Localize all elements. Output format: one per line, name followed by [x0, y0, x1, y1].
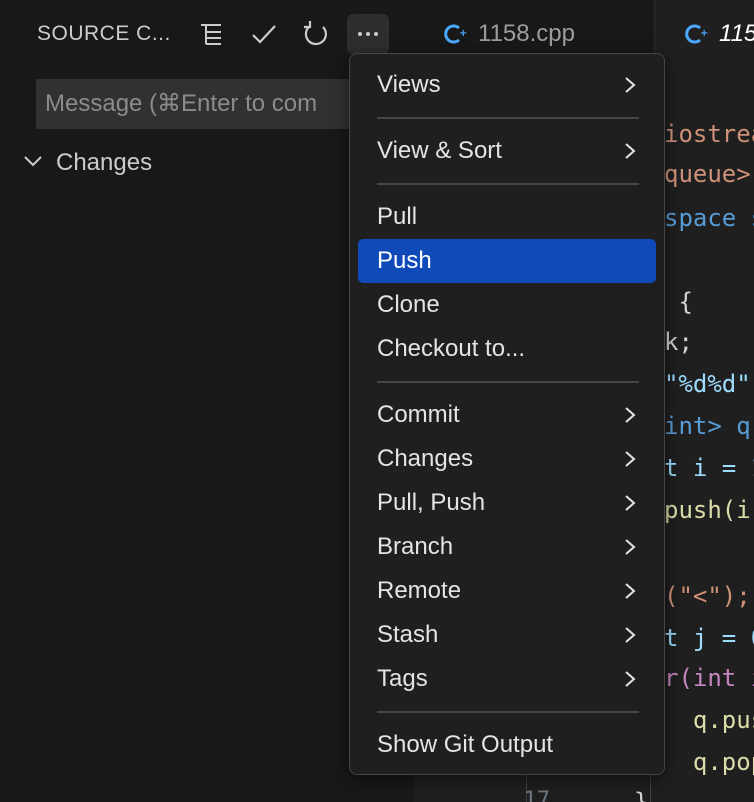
menu-item-label: Views: [377, 71, 441, 98]
code-line: r(int i: [664, 664, 754, 692]
menu-item-label: Pull, Push: [377, 489, 486, 516]
source-control-title: SOURCE C...: [37, 22, 171, 45]
code-line: t j = 0: [664, 624, 754, 652]
code-line: int> q;: [664, 412, 754, 440]
chevron-down-icon: [22, 150, 44, 177]
view-tree-icon[interactable]: [190, 14, 232, 54]
menu-item-label: View & Sort: [377, 137, 502, 164]
menu-item-label: Commit: [377, 401, 460, 428]
cpp-file-icon: +: [442, 21, 468, 47]
menu-item-label: Pull: [377, 203, 418, 230]
menu-item-remote[interactable]: Remote: [358, 569, 656, 613]
menu-separator: [377, 711, 639, 713]
chevron-right-icon: [620, 537, 640, 557]
code-line: q.pop: [692, 748, 754, 776]
menu-item-label: Show Git Output: [377, 731, 554, 758]
menu-item-push[interactable]: Push: [358, 239, 656, 283]
code-line: push(i): [664, 496, 754, 524]
menu-separator: [377, 381, 639, 383]
menu-item-checkout[interactable]: Checkout to...: [358, 327, 656, 371]
menu-separator: [377, 117, 639, 119]
code-line: {: [664, 288, 693, 316]
chevron-right-icon: [620, 75, 640, 95]
tab-label: 115: [719, 20, 754, 47]
menu-item-clone[interactable]: Clone: [358, 283, 656, 327]
menu-item-commit[interactable]: Commit: [358, 393, 656, 437]
code-line: k;: [664, 328, 693, 356]
chevron-right-icon: [620, 449, 640, 469]
changes-label: Changes: [56, 149, 153, 176]
svg-text:+: +: [700, 28, 708, 39]
menu-item-label: Clone: [377, 291, 440, 318]
menu-item-label: Push: [377, 247, 432, 274]
menu-item-show-git-output[interactable]: Show Git Output: [358, 723, 656, 767]
chevron-right-icon: [620, 669, 640, 689]
menu-item-view-sort[interactable]: View & Sort: [358, 129, 656, 173]
menu-item-label: Tags: [377, 665, 428, 692]
chevron-right-icon: [620, 141, 640, 161]
code-line: iostrea: [664, 120, 754, 148]
menu-item-branch[interactable]: Branch: [358, 525, 656, 569]
code-line: ("<");: [664, 582, 751, 610]
menu-item-label: Stash: [377, 621, 439, 648]
refresh-icon[interactable]: [295, 14, 337, 54]
more-actions-menu: Views View & Sort Pull Push Clone Checko…: [349, 53, 665, 775]
commit-check-icon[interactable]: [243, 14, 285, 54]
menu-item-label: Checkout to...: [377, 335, 526, 362]
code-line: q.pus: [692, 706, 754, 734]
menu-item-pull-push[interactable]: Pull, Push: [358, 481, 656, 525]
menu-item-tags[interactable]: Tags: [358, 657, 656, 701]
menu-item-pull[interactable]: Pull: [358, 195, 656, 239]
menu-separator: [377, 183, 639, 185]
changes-section-header[interactable]: Changes: [22, 146, 152, 180]
menu-item-views[interactable]: Views: [358, 63, 656, 107]
code-line: t i = 1: [664, 454, 754, 482]
editor-tab-active[interactable]: + 115: [655, 0, 754, 68]
menu-item-changes[interactable]: Changes: [358, 437, 656, 481]
chevron-right-icon: [620, 493, 640, 513]
menu-item-label: Branch: [377, 533, 454, 560]
tab-label: 1158.cpp: [478, 20, 575, 47]
chevron-right-icon: [620, 405, 640, 425]
code-line: "%d%d",: [664, 370, 754, 398]
svg-text:+: +: [459, 28, 467, 39]
code-line: }: [634, 788, 649, 802]
cpp-file-icon: +: [683, 21, 709, 47]
chevron-right-icon: [620, 625, 640, 645]
chevron-right-icon: [620, 581, 640, 601]
code-line: space s: [664, 204, 754, 232]
menu-item-label: Remote: [377, 577, 462, 604]
commit-message-input[interactable]: [36, 79, 376, 129]
menu-item-label: Changes: [377, 445, 474, 472]
code-line: queue>: [664, 160, 751, 188]
line-number: 17: [523, 788, 551, 802]
menu-item-stash[interactable]: Stash: [358, 613, 656, 657]
more-actions-icon[interactable]: [347, 14, 389, 54]
